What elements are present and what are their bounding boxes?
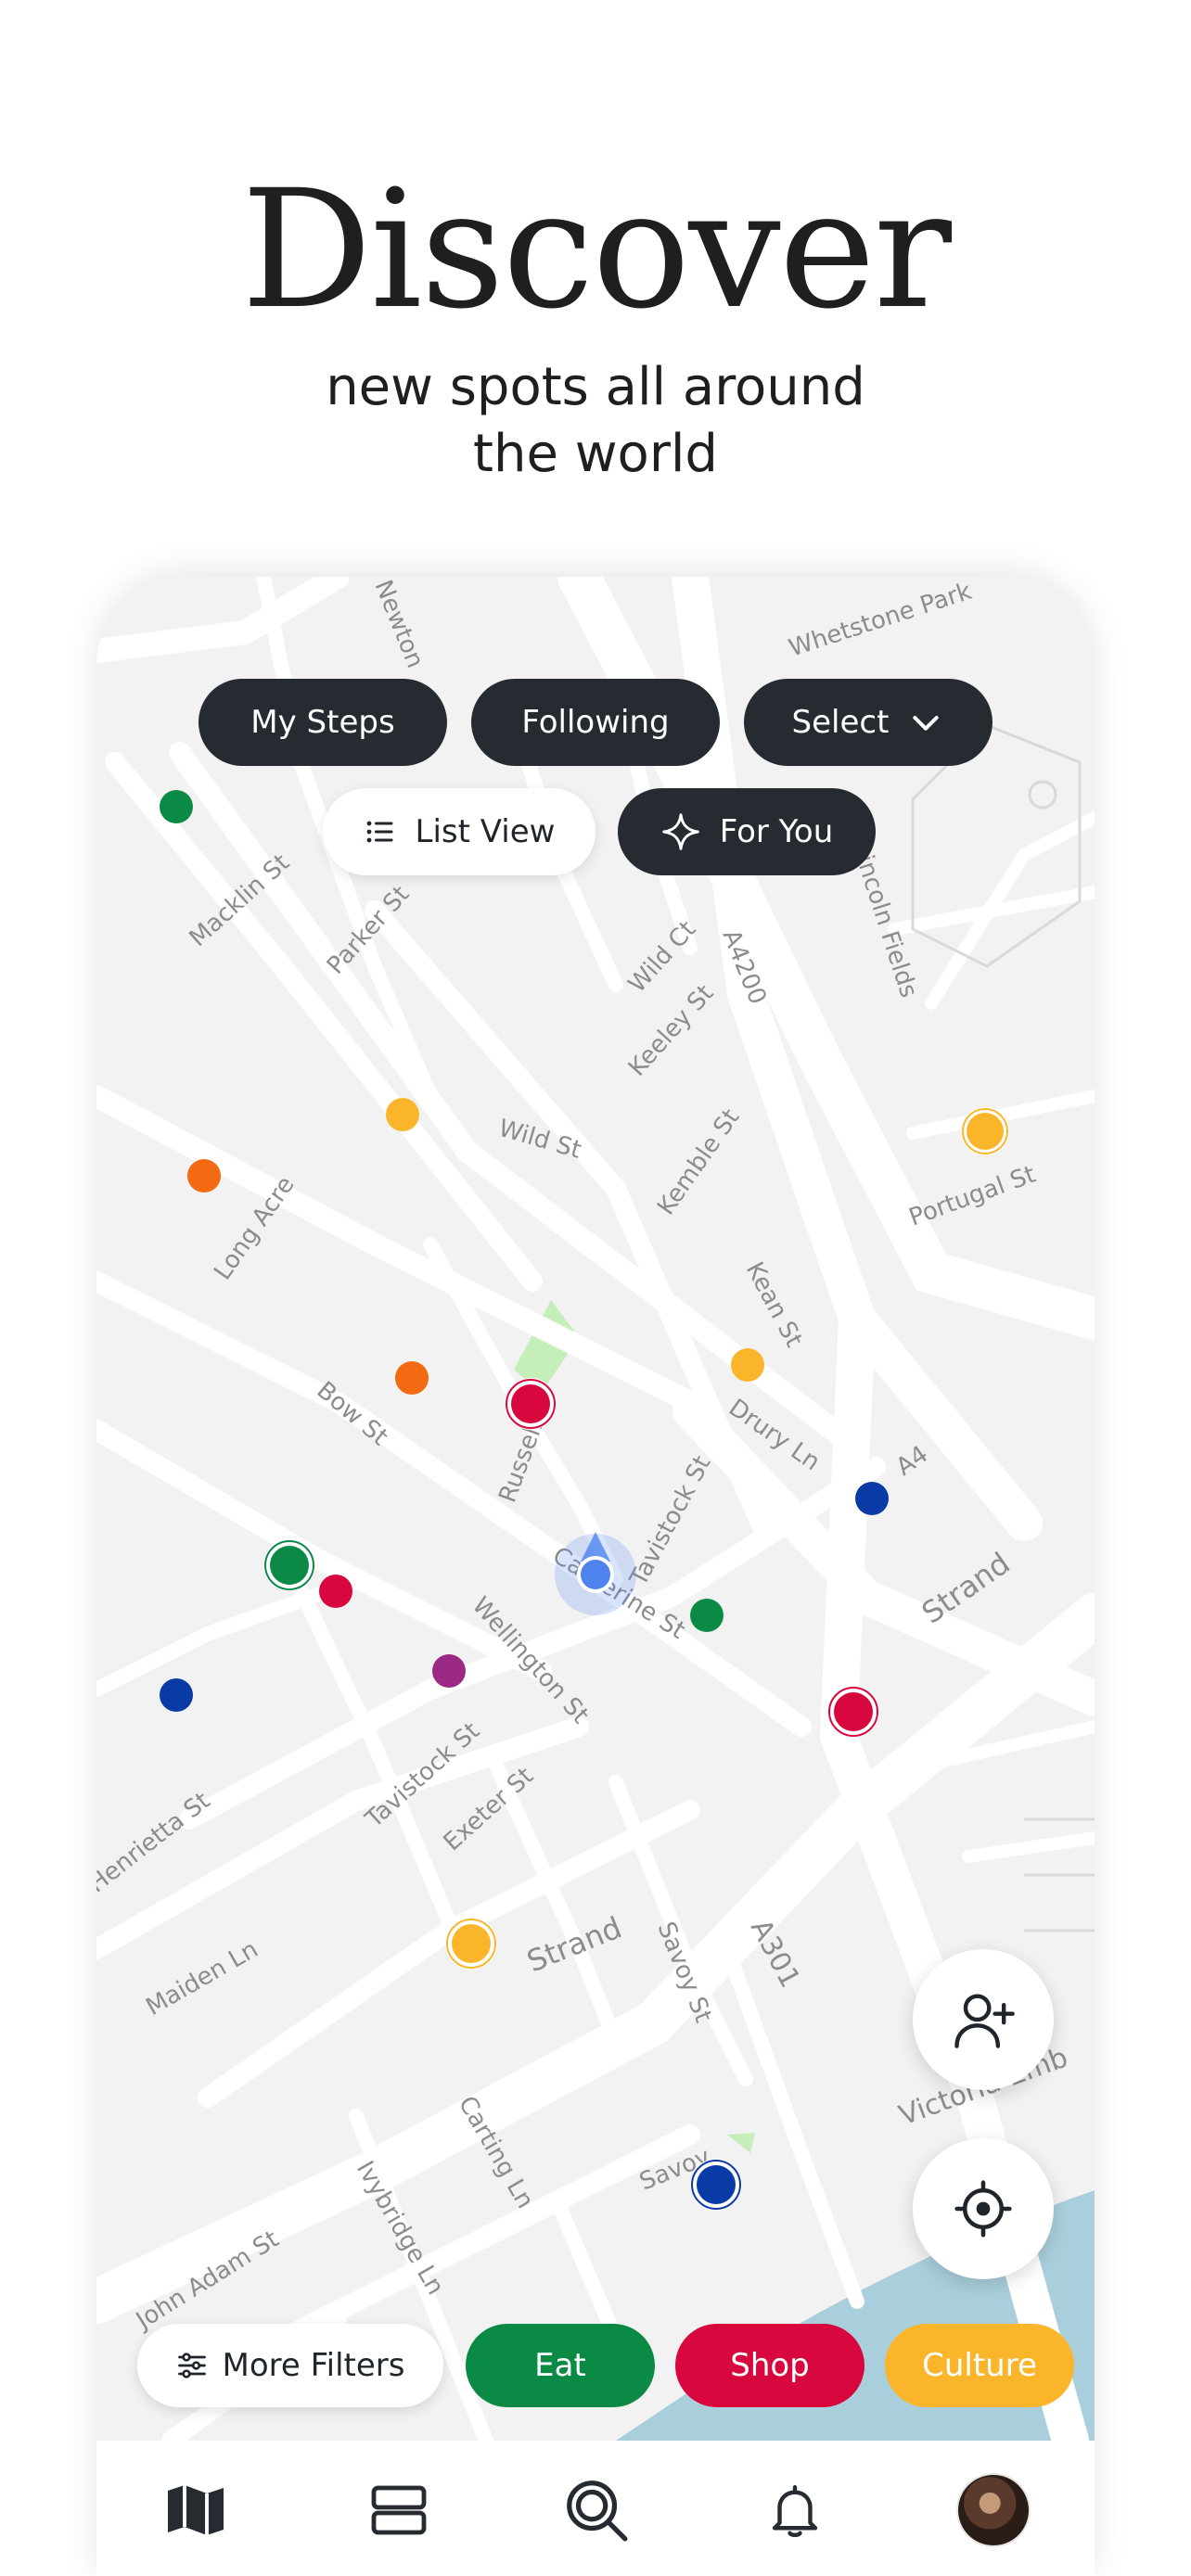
pin-yellow[interactable] — [386, 1098, 419, 1131]
more-filters-label: More Filters — [222, 2347, 405, 2384]
avatar — [958, 2475, 1029, 2545]
my-steps-chip[interactable]: My Steps — [198, 679, 447, 766]
tab-search[interactable] — [545, 2459, 647, 2561]
chevron-down-icon — [913, 716, 940, 731]
select-label: Select — [791, 704, 890, 741]
for-you-button[interactable]: For You — [618, 788, 876, 875]
hero-title: Discover — [241, 155, 952, 345]
add-friend-button[interactable] — [913, 1949, 1054, 2090]
tab-feed[interactable] — [348, 2459, 450, 2561]
more-filters-button[interactable]: More Filters — [137, 2324, 443, 2407]
pin-orange[interactable] — [187, 1159, 221, 1192]
eat-label: Eat — [534, 2347, 586, 2384]
pin-blue[interactable] — [855, 1482, 889, 1515]
tab-profile[interactable] — [942, 2459, 1044, 2561]
eat-filter[interactable]: Eat — [466, 2324, 655, 2407]
list-view-label: List View — [415, 813, 556, 850]
crosshair-icon — [954, 2180, 1012, 2238]
culture-filter[interactable]: Culture — [885, 2324, 1074, 2407]
following-label: Following — [521, 704, 670, 741]
shop-label: Shop — [730, 2347, 810, 2384]
phone-screen: Whetstone Park Newton Macklin St Parker … — [96, 577, 1095, 2576]
map-icon — [168, 2485, 224, 2535]
add-person-icon — [954, 1994, 1015, 2048]
pin-green[interactable] — [160, 790, 193, 823]
pin-yellow-3[interactable] — [731, 1348, 764, 1382]
tab-bar — [96, 2441, 1095, 2576]
pin-green-3[interactable] — [690, 1599, 724, 1632]
hero-subtitle-line-2: the world — [473, 424, 718, 484]
for-you-label: For You — [719, 813, 834, 850]
list-icon — [366, 821, 393, 843]
pin-orange-2[interactable] — [395, 1361, 429, 1395]
hero-subtitle: new spots all around the world — [0, 354, 1191, 488]
search-icon — [567, 2480, 628, 2542]
pin-blue-2[interactable] — [160, 1678, 193, 1712]
list-view-button[interactable]: List View — [323, 788, 596, 875]
shop-filter[interactable]: Shop — [675, 2324, 864, 2407]
culture-label: Culture — [922, 2347, 1037, 2384]
tab-notifications[interactable] — [744, 2459, 846, 2561]
following-chip[interactable]: Following — [471, 679, 720, 766]
feed-icon — [371, 2485, 427, 2535]
sliders-icon — [178, 2353, 207, 2378]
locate-me-button[interactable] — [913, 2138, 1054, 2279]
sparkle-icon — [661, 813, 699, 850]
pin-red[interactable] — [319, 1575, 352, 1608]
pin-purple[interactable] — [432, 1654, 466, 1688]
hero-subtitle-line-1: new spots all around — [326, 357, 865, 417]
tab-map[interactable] — [145, 2459, 247, 2561]
select-dropdown[interactable]: Select — [744, 679, 992, 766]
bell-icon — [772, 2485, 818, 2538]
my-steps-label: My Steps — [250, 704, 395, 741]
